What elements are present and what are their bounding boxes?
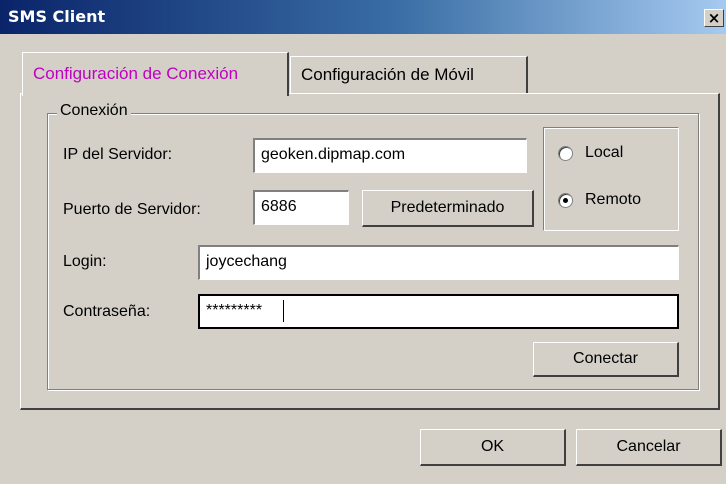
- window-title: SMS Client: [8, 7, 106, 26]
- title-bar: SMS Client ×: [0, 0, 726, 34]
- tab-mobile-settings[interactable]: Configuración de Móvil: [290, 56, 528, 94]
- tab-connection-settings[interactable]: Configuración de Conexión: [22, 52, 289, 96]
- cancel-button[interactable]: Cancelar: [576, 429, 722, 466]
- close-button[interactable]: ×: [704, 9, 724, 27]
- connection-group-legend: Conexión: [57, 102, 131, 120]
- ok-button[interactable]: OK: [420, 429, 566, 466]
- close-icon: ×: [707, 9, 721, 27]
- tab-panel: [20, 93, 720, 410]
